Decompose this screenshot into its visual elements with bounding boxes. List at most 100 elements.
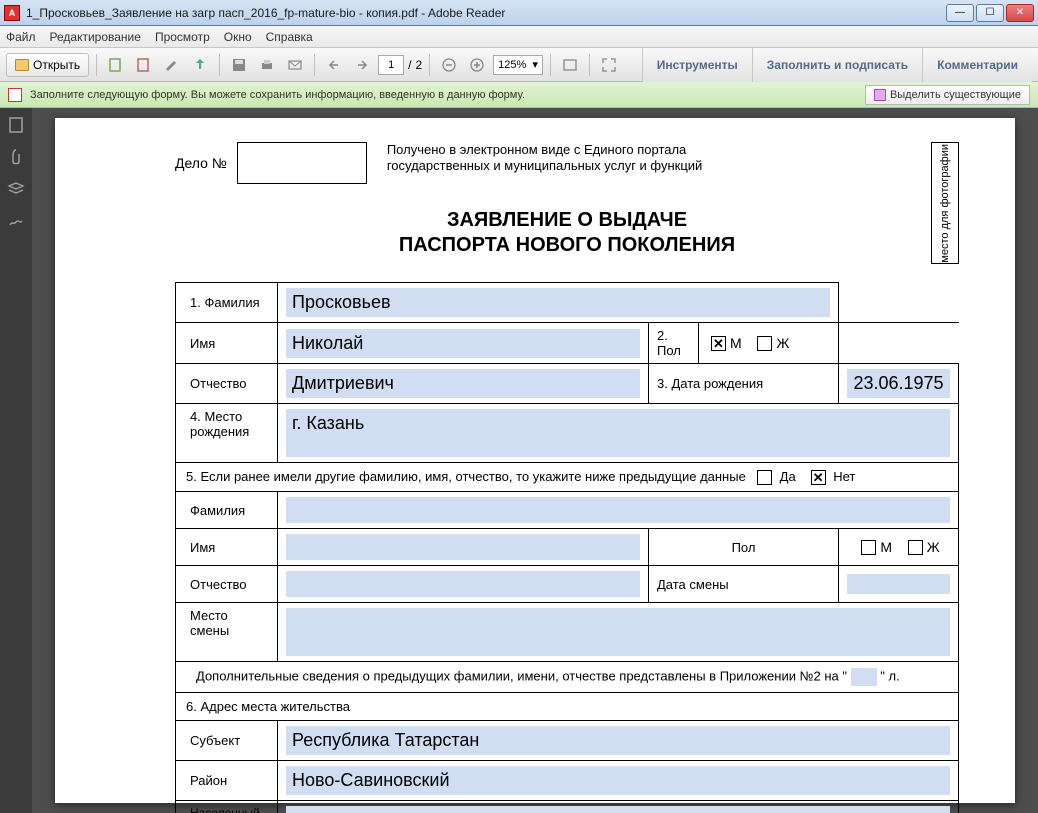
prev-sex-cell: М Ж: [839, 529, 959, 566]
name-field[interactable]: Николай: [286, 329, 640, 358]
appendix-post: " л.: [880, 669, 899, 684]
prev-name-field[interactable]: [286, 534, 640, 560]
title-bar: A 1_Просковьев_Заявление на загр пасп_20…: [0, 0, 1038, 26]
page-number-input[interactable]: [378, 55, 404, 75]
district-label: Район: [176, 761, 278, 801]
prev-sex-m-checkbox[interactable]: [861, 540, 876, 555]
print-button[interactable]: [255, 53, 279, 77]
attachments-icon[interactable]: [7, 148, 25, 166]
q5-row: 5. Если ранее имели другие фамилию, имя,…: [176, 463, 959, 492]
zoom-out-button[interactable]: [437, 53, 461, 77]
form-info-message: Заполните следующую форму. Вы можете сох…: [30, 89, 857, 101]
prev-sex-f-checkbox[interactable]: [908, 540, 923, 555]
prev-surname-label: Фамилия: [176, 492, 278, 529]
next-page-button[interactable]: [350, 53, 374, 77]
prev-m-label: М: [880, 539, 892, 555]
document-area[interactable]: место для фотографии Дело № Получено в э…: [32, 108, 1038, 813]
patronymic-field[interactable]: Дмитриевич: [286, 369, 640, 398]
prev-page-button[interactable]: [322, 53, 346, 77]
zoom-value: 125%: [498, 59, 526, 71]
zoom-in-button[interactable]: [465, 53, 489, 77]
change-date-field[interactable]: [847, 574, 950, 594]
menu-view[interactable]: Просмотр: [155, 30, 210, 44]
prev-data-yes-checkbox[interactable]: [757, 470, 772, 485]
page-separator: /: [408, 58, 411, 72]
title-line1: ЗАЯВЛЕНИЕ О ВЫДАЧЕ: [175, 208, 959, 233]
photo-placeholder: место для фотографии: [931, 142, 959, 264]
signatures-icon[interactable]: [7, 212, 25, 230]
sex-f-checkbox[interactable]: [757, 336, 772, 351]
prev-sex-label: Пол: [649, 529, 839, 566]
title-line2: ПАСПОРТА НОВОГО ПОКОЛЕНИЯ: [175, 233, 959, 258]
case-number-block: Дело №: [175, 142, 367, 184]
separator: [429, 54, 430, 76]
pob-label: 4. Месторождения: [176, 404, 278, 463]
right-tools: Инструменты Заполнить и подписать Коммен…: [642, 48, 1032, 81]
patronymic-cell: Дмитриевич: [278, 364, 649, 404]
header-row: Дело № Получено в электронном виде с Еди…: [175, 142, 959, 184]
district-field[interactable]: Ново-Савиновский: [286, 766, 950, 795]
sex-m-checkbox[interactable]: ✕: [711, 336, 726, 351]
prev-name-cell: [278, 529, 649, 566]
email-button[interactable]: [283, 53, 307, 77]
menu-edit[interactable]: Редактирование: [50, 30, 141, 44]
prev-name-label: Имя: [176, 529, 278, 566]
share-button[interactable]: [188, 53, 212, 77]
folder-icon: [15, 59, 29, 71]
form-icon: [8, 88, 22, 102]
surname-label: 1. Фамилия: [176, 283, 278, 323]
prev-patronymic-field[interactable]: [286, 571, 640, 597]
prev-patronymic-cell: [278, 566, 649, 603]
fullscreen-button[interactable]: [597, 53, 621, 77]
thumbnails-icon[interactable]: [7, 116, 25, 134]
save-button[interactable]: [227, 53, 251, 77]
menu-help[interactable]: Справка: [266, 30, 313, 44]
tools-panel-button[interactable]: Инструменты: [642, 48, 752, 82]
appendix-row: Дополнительные сведения о предыдущих фам…: [176, 662, 959, 693]
sex-m-label: М: [730, 335, 742, 351]
open-button[interactable]: Открыть: [6, 53, 89, 77]
locality-field[interactable]: г. Казань: [286, 806, 950, 813]
menu-window[interactable]: Окно: [224, 30, 252, 44]
fill-sign-panel-button[interactable]: Заполнить и подписать: [752, 48, 922, 82]
prev-patronymic-label: Отчество: [176, 566, 278, 603]
dob-field[interactable]: 23.06.1975: [847, 369, 949, 398]
prev-surname-field[interactable]: [286, 497, 950, 523]
app-icon: A: [4, 5, 20, 21]
create-pdf-button[interactable]: [104, 53, 128, 77]
edit-button[interactable]: [160, 53, 184, 77]
photo-label: место для фотографии: [939, 144, 951, 263]
appendix-pre: Дополнительные сведения о предыдущих фам…: [196, 669, 847, 684]
surname-field[interactable]: Просковьев: [286, 288, 830, 317]
reading-mode-button[interactable]: [558, 53, 582, 77]
menu-file[interactable]: Файл: [6, 30, 36, 44]
pob-cell: г. Казань: [278, 404, 959, 463]
menu-bar: Файл Редактирование Просмотр Окно Справк…: [0, 26, 1038, 48]
change-place-cell: [278, 603, 959, 662]
case-number-input[interactable]: [237, 142, 367, 184]
form-table: 1. Фамилия Просковьев Имя Николай 2. Пол…: [175, 282, 959, 813]
sex-cell: ✕М Ж: [699, 323, 839, 364]
highlight-fields-button[interactable]: Выделить существующие: [865, 85, 1030, 105]
separator: [219, 54, 220, 76]
navigation-pane: [0, 108, 32, 813]
comment-panel-button[interactable]: Комментарии: [922, 48, 1032, 82]
change-place-label: Место смены: [176, 603, 278, 662]
prev-data-no-checkbox[interactable]: ✕: [811, 470, 826, 485]
yes-label: Да: [780, 469, 796, 484]
dob-label: 3. Дата рождения: [649, 364, 839, 404]
pob-field[interactable]: г. Казань: [286, 409, 950, 457]
subject-field[interactable]: Республика Татарстан: [286, 726, 950, 755]
export-pdf-button[interactable]: [132, 53, 156, 77]
appendix-pages-field[interactable]: [851, 668, 877, 686]
close-button[interactable]: ✕: [1006, 4, 1034, 22]
change-place-field[interactable]: [286, 608, 950, 656]
maximize-button[interactable]: ☐: [976, 4, 1004, 22]
zoom-select[interactable]: 125%▾: [493, 55, 543, 75]
dob-cell: 23.06.1975: [839, 364, 959, 404]
case-number-label: Дело №: [175, 155, 227, 171]
layers-icon[interactable]: [7, 180, 25, 198]
page-total: 2: [415, 58, 422, 72]
locality-cell: г. Казань: [278, 801, 959, 813]
minimize-button[interactable]: —: [946, 4, 974, 22]
